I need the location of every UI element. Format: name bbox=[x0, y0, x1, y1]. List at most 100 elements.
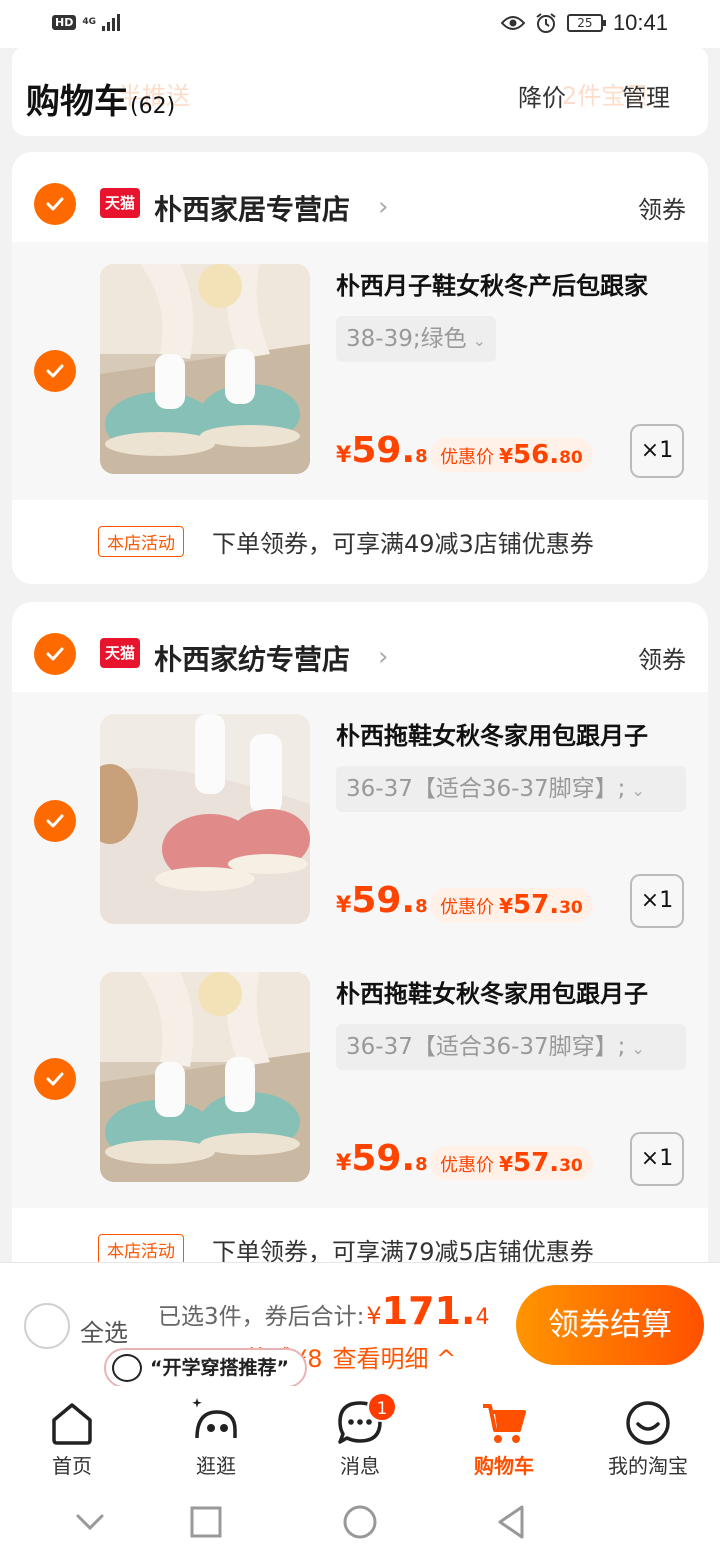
product-image[interactable] bbox=[100, 264, 310, 474]
quantity-stepper[interactable]: ×1 bbox=[630, 874, 684, 928]
checkmark-icon bbox=[46, 647, 64, 661]
hide-keyboard-icon[interactable] bbox=[70, 1502, 110, 1542]
currency-symbol: ¥ bbox=[336, 893, 352, 918]
system-nav-bar bbox=[0, 1486, 720, 1560]
total-summary: 已选3件，券后合计:¥171.4 bbox=[158, 1289, 489, 1333]
view-details-link[interactable]: 查看明细 ^ bbox=[333, 1345, 457, 1373]
page-title-text: 购物车 bbox=[26, 82, 128, 122]
promo-label: 优惠价 bbox=[440, 897, 494, 918]
green-slipper-photo bbox=[100, 972, 310, 1182]
promo-dec: 30 bbox=[559, 898, 583, 918]
hd-badge: HD bbox=[52, 14, 77, 30]
quantity-stepper[interactable]: ×1 bbox=[630, 424, 684, 478]
currency-symbol: ¥ bbox=[499, 444, 514, 468]
message-icon: 1 bbox=[335, 1392, 397, 1448]
promo-int: 57. bbox=[513, 890, 560, 920]
tab-label: 逛逛 bbox=[196, 1454, 236, 1478]
price: ¥59.8 bbox=[336, 1138, 428, 1179]
cart-item[interactable]: 朴西月子鞋女秋冬产后包跟家 38-39;绿色 ⌄ ¥59.8 优惠价 ¥56.80… bbox=[12, 242, 708, 500]
mascot-icon bbox=[112, 1354, 142, 1382]
sku-text: 36-37【适合36-37脚穿】; bbox=[346, 776, 626, 802]
promo-price: 优惠价 ¥57.30 bbox=[430, 1146, 593, 1180]
chevron-down-icon: ⌄ bbox=[472, 331, 486, 350]
price-drop-button[interactable]: 降价 bbox=[518, 78, 566, 113]
select-all-label[interactable]: 全选 bbox=[80, 1313, 128, 1348]
product-title[interactable]: 朴西拖鞋女秋冬家用包跟月子 bbox=[336, 716, 696, 751]
product-title[interactable]: 朴西拖鞋女秋冬家用包跟月子 bbox=[336, 974, 696, 1009]
get-coupon-button[interactable]: 领券 bbox=[638, 640, 686, 675]
product-image[interactable] bbox=[100, 972, 310, 1182]
cart-header: 半推送 购物车(62) 2件宝贝 降价 管理 bbox=[12, 46, 708, 136]
promo-dec: 80 bbox=[559, 448, 583, 468]
promo-int: 56. bbox=[513, 440, 560, 470]
sku-selector[interactable]: 38-39;绿色 ⌄ bbox=[336, 316, 496, 362]
recents-icon[interactable] bbox=[186, 1502, 226, 1542]
tab-cart[interactable]: 购物车 bbox=[432, 1392, 576, 1482]
chevron-right-icon[interactable]: › bbox=[378, 642, 388, 672]
manage-button[interactable]: 管理 bbox=[622, 78, 670, 113]
eye-icon bbox=[500, 16, 525, 30]
item-checkbox[interactable] bbox=[34, 350, 76, 392]
promo-bubble[interactable]: “开学穿搭推荐” bbox=[104, 1348, 307, 1388]
price-dec: 8 bbox=[415, 896, 428, 917]
total-int: 171. bbox=[381, 1289, 476, 1333]
unread-badge: 1 bbox=[367, 1392, 397, 1422]
store-checkbox[interactable] bbox=[34, 633, 76, 675]
currency-symbol: ¥ bbox=[366, 1302, 382, 1330]
selected-count-label: 已选3件，券后合计: bbox=[158, 1304, 365, 1330]
cart-count: (62) bbox=[130, 94, 176, 119]
activity-text: 下单领券，可享满49减3店铺优惠券 bbox=[212, 530, 594, 558]
sku-selector[interactable]: 36-37【适合36-37脚穿】; ⌄ bbox=[336, 1024, 686, 1070]
currency-symbol: ¥ bbox=[336, 1151, 352, 1176]
quantity-stepper[interactable]: ×1 bbox=[630, 1132, 684, 1186]
item-list: 朴西拖鞋女秋冬家用包跟月子 36-37【适合36-37脚穿】; ⌄ ¥59.8 优… bbox=[12, 692, 708, 1208]
tmall-logo: 天猫 bbox=[100, 188, 140, 218]
price-dec: 8 bbox=[415, 1154, 428, 1175]
store-name[interactable]: 朴西家居专营店 bbox=[154, 188, 350, 228]
promo-price: 优惠价 ¥56.80 bbox=[430, 438, 593, 472]
store-name[interactable]: 朴西家纺专营店 bbox=[154, 638, 350, 678]
status-right: 25 10:41 bbox=[500, 10, 668, 36]
checkout-button[interactable]: 领券结算 bbox=[516, 1285, 704, 1365]
tab-home[interactable]: 首页 bbox=[0, 1392, 144, 1482]
cart-icon bbox=[479, 1398, 529, 1448]
item-list: 朴西月子鞋女秋冬产后包跟家 38-39;绿色 ⌄ ¥59.8 优惠价 ¥56.80… bbox=[12, 242, 708, 500]
tab-label: 购物车 bbox=[474, 1454, 534, 1478]
store-card: 天猫 朴西家纺专营店 › 领券 朴西拖鞋女秋冬家用包跟月子 36-37【适合36… bbox=[12, 602, 708, 1302]
back-icon[interactable] bbox=[492, 1502, 532, 1542]
total-dec: 4 bbox=[475, 1305, 490, 1330]
sku-text: 38-39;绿色 bbox=[346, 326, 467, 352]
checkmark-icon bbox=[46, 1072, 64, 1086]
item-checkbox[interactable] bbox=[34, 800, 76, 842]
chevron-right-icon[interactable]: › bbox=[378, 192, 388, 222]
tab-browse[interactable]: 逛逛 bbox=[144, 1392, 288, 1482]
status-bar: HD 4G 25 10:41 bbox=[0, 0, 720, 48]
chevron-down-icon: ⌄ bbox=[631, 1039, 645, 1058]
chevron-down-icon: ⌄ bbox=[631, 781, 645, 800]
sku-selector[interactable]: 36-37【适合36-37脚穿】; ⌄ bbox=[336, 766, 686, 812]
cart-item[interactable]: 朴西拖鞋女秋冬家用包跟月子 36-37【适合36-37脚穿】; ⌄ ¥59.8 优… bbox=[12, 692, 708, 950]
activity-tag: 本店活动 bbox=[98, 1234, 184, 1265]
store-checkbox[interactable] bbox=[34, 183, 76, 225]
home-nav-icon[interactable] bbox=[340, 1502, 380, 1542]
item-checkbox[interactable] bbox=[34, 1058, 76, 1100]
checkmark-icon bbox=[46, 364, 64, 378]
product-image[interactable] bbox=[100, 714, 310, 924]
signal-icon bbox=[102, 13, 120, 31]
home-icon bbox=[47, 1398, 97, 1448]
browse-icon bbox=[191, 1398, 241, 1448]
cart-item[interactable]: 朴西拖鞋女秋冬家用包跟月子 36-37【适合36-37脚穿】; ⌄ ¥59.8 优… bbox=[12, 950, 708, 1208]
select-all-checkbox[interactable] bbox=[24, 1303, 70, 1349]
status-left: HD 4G bbox=[52, 13, 120, 31]
get-coupon-button[interactable]: 领券 bbox=[638, 190, 686, 225]
tab-messages[interactable]: 1 消息 bbox=[288, 1392, 432, 1482]
store-header: 天猫 朴西家纺专营店 › 领券 bbox=[12, 602, 708, 692]
price-int: 59. bbox=[351, 1138, 416, 1179]
price: ¥59.8 bbox=[336, 430, 428, 471]
tmall-logo: 天猫 bbox=[100, 638, 140, 668]
store-activity[interactable]: 本店活动 下单领券，可享满49减3店铺优惠券 bbox=[12, 500, 708, 582]
promo-label: 优惠价 bbox=[440, 1155, 494, 1176]
profile-icon bbox=[623, 1398, 673, 1448]
tab-my-taobao[interactable]: 我的淘宝 bbox=[576, 1392, 720, 1482]
product-title[interactable]: 朴西月子鞋女秋冬产后包跟家 bbox=[336, 266, 696, 301]
